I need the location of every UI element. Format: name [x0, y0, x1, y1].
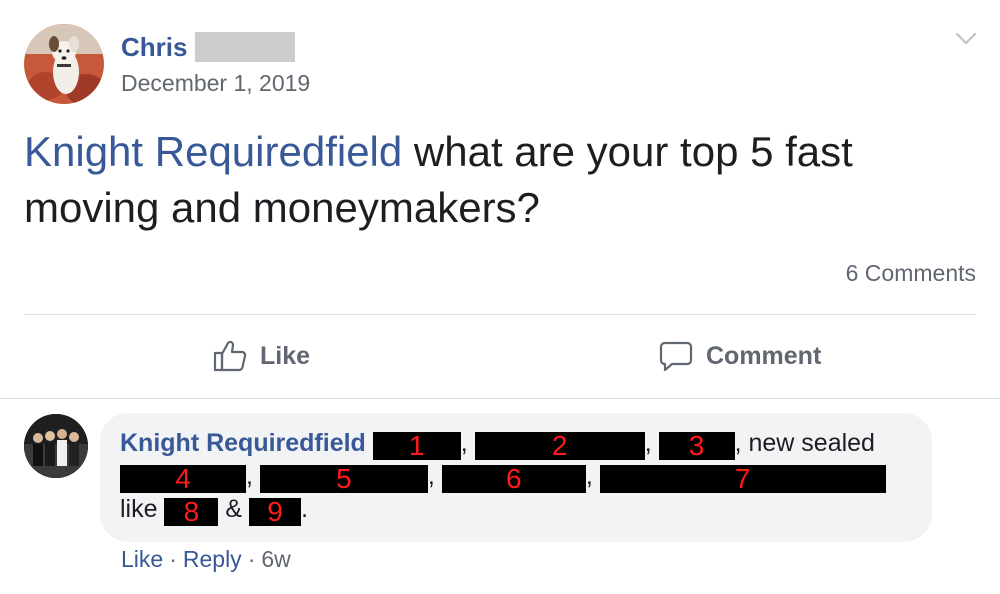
redaction-box: 1: [372, 432, 461, 460]
dog-photo: [24, 24, 104, 104]
redaction-box: 2: [474, 432, 645, 460]
redaction-box: 6: [441, 465, 586, 493]
group-photo: [24, 414, 88, 478]
redaction-box: 3: [658, 432, 735, 460]
post-text: Knight Requiredfield what are your top 5…: [24, 124, 984, 236]
divider: [24, 314, 976, 315]
comment-text: Knight Requiredfield 1, 2, 3, new sealed…: [120, 427, 920, 526]
comment-count[interactable]: 6 Comments: [846, 260, 976, 287]
author-avatar[interactable]: [24, 24, 104, 104]
speech-bubble-icon: [659, 341, 693, 372]
like-button[interactable]: Like: [212, 325, 310, 387]
commenter-avatar[interactable]: [24, 414, 88, 478]
mention-link[interactable]: Knight Requiredfield: [24, 128, 402, 175]
thumbs-up-icon: [213, 340, 247, 372]
redaction-box: 4: [120, 465, 246, 493]
divider: [0, 398, 1000, 399]
redaction-box: 7: [599, 465, 886, 493]
comment-actions: Like · Reply · 6w: [121, 546, 291, 572]
redaction-box: 5: [259, 465, 428, 493]
commenter-name[interactable]: Knight Requiredfield: [120, 429, 366, 457]
post-author-name[interactable]: Chris: [121, 32, 187, 63]
comment-bubble: Knight Requiredfield 1, 2, 3, new sealed…: [100, 413, 932, 542]
facebook-post: Chris December 1, 2019 Knight Requiredfi…: [0, 0, 1000, 594]
post-date[interactable]: December 1, 2019: [121, 70, 310, 97]
comment-reply-link[interactable]: Reply: [183, 546, 242, 572]
chevron-down-icon[interactable]: [952, 26, 980, 50]
like-button-label: Like: [260, 341, 311, 370]
redaction-box: 8: [164, 498, 219, 526]
comment-age[interactable]: 6w: [261, 546, 290, 572]
redaction-box: 9: [249, 498, 302, 526]
comment-like-link[interactable]: Like: [121, 546, 163, 572]
comment-button-label: Comment: [706, 341, 822, 370]
redacted-surname: [195, 32, 296, 62]
comment-button[interactable]: Comment: [658, 325, 821, 387]
